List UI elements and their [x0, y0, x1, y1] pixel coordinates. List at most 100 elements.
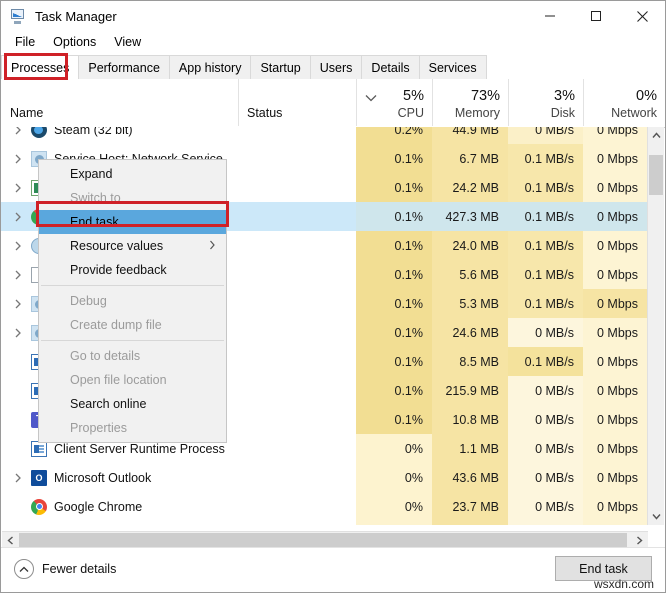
row-cpu-cell: 0.1% [356, 289, 432, 318]
chevron-right-icon[interactable] [12, 182, 24, 194]
menu-item-end-task[interactable]: End task [39, 210, 226, 234]
chevron-right-icon[interactable] [12, 298, 24, 310]
menu-view[interactable]: View [106, 33, 149, 51]
row-cpu-cell: 0.2% [356, 127, 432, 144]
menu-item-properties: Properties [39, 416, 226, 440]
menu-options[interactable]: Options [45, 33, 104, 51]
chevron-right-icon[interactable] [12, 472, 24, 484]
tab-startup[interactable]: Startup [250, 55, 311, 79]
menu-file[interactable]: File [7, 33, 43, 51]
row-cpu-cell: 0% [356, 492, 432, 521]
row-disk-cell: 0 MB/s [508, 463, 583, 492]
chevron-right-icon[interactable] [12, 153, 24, 165]
row-cpu-cell: 0.1% [356, 318, 432, 347]
chevron-up-circle-icon [14, 559, 34, 579]
table-row[interactable]: Host Process for Windows Tasks0%0.6 MB0 … [1, 521, 647, 525]
window-title: Task Manager [35, 8, 117, 24]
chevron-right-icon[interactable] [12, 240, 24, 252]
row-cpu-cell: 0% [356, 521, 432, 525]
chevron-right-icon[interactable] [12, 211, 24, 223]
row-network-cell: 0 Mbps [583, 463, 647, 492]
tab-users[interactable]: Users [309, 55, 363, 79]
outlook-icon: O [31, 469, 47, 486]
tab-details[interactable]: Details [361, 55, 420, 79]
row-disk-cell: 0 MB/s [508, 492, 583, 521]
menu-item-label: Expand [70, 167, 113, 181]
fewer-details-button[interactable]: Fewer details [14, 559, 116, 579]
row-memory-cell: 8.5 MB [432, 347, 508, 376]
chevron-right-icon[interactable] [12, 127, 24, 136]
row-memory-cell: 0.6 MB [432, 521, 508, 525]
row-network-cell: 0 Mbps [583, 347, 647, 376]
tab-processes[interactable]: Processes [1, 55, 80, 79]
menu-item-expand[interactable]: Expand [39, 162, 226, 186]
row-memory-cell: 5.6 MB [432, 260, 508, 289]
row-network-cell: 0 Mbps [583, 127, 647, 144]
column-header-status[interactable]: Status [238, 79, 356, 126]
row-disk-cell: 0 MB/s [508, 434, 583, 463]
tab-performance[interactable]: Performance [78, 55, 170, 79]
row-name-cell: Host Process for Windows Tasks [1, 521, 238, 525]
row-cpu-cell: 0.1% [356, 202, 432, 231]
column-header-memory[interactable]: 73% Memory [432, 79, 508, 126]
table-row[interactable]: O Microsoft Outlook 0% 43.6 MB 0 MB/s 0 Mbps [1, 463, 647, 492]
row-cpu-cell: 0.1% [356, 376, 432, 405]
chrome-icon [31, 498, 47, 515]
column-header-name[interactable]: Name [1, 79, 238, 126]
menu-item-provide-feedback[interactable]: Provide feedback [39, 258, 226, 282]
menu-item-label: End task [70, 215, 119, 229]
close-button[interactable] [619, 1, 665, 31]
row-cpu-cell: 0.1% [356, 173, 432, 202]
row-cpu-cell: 0.1% [356, 405, 432, 434]
menu-item-switch-to: Switch to [39, 186, 226, 210]
table-row[interactable]: Steam (32 bit) 0.2% 44.9 MB 0 MB/s 0 Mbps [1, 127, 647, 144]
row-name-cell: O Microsoft Outlook [1, 463, 238, 492]
task-manager-icon [10, 8, 26, 24]
vertical-scrollbar[interactable] [647, 127, 664, 525]
fewer-details-label: Fewer details [42, 562, 117, 576]
scroll-right-icon[interactable] [631, 532, 648, 548]
tab-app-history[interactable]: App history [168, 55, 252, 79]
row-disk-cell: 0 MB/s [508, 405, 583, 434]
row-memory-cell: 23.7 MB [432, 492, 508, 521]
menu-item-label: Go to details [70, 349, 141, 363]
row-network-cell: 0 Mbps [583, 289, 647, 318]
column-header-network[interactable]: 0% Network [583, 79, 665, 126]
context-menu[interactable]: Expand Switch to End task Resource values Pr… [38, 159, 227, 443]
row-disk-cell: 0.1 MB/s [508, 260, 583, 289]
vertical-scroll-thumb[interactable] [649, 155, 663, 195]
minimize-button[interactable] [527, 1, 573, 31]
column-header-disk[interactable]: 3% Disk [508, 79, 583, 126]
menu-item-create-dump-file: Create dump file [39, 313, 226, 337]
row-status-cell [238, 405, 356, 434]
menu-item-label: Resource values [70, 239, 164, 253]
maximize-button[interactable] [573, 1, 619, 31]
row-network-cell: 0 Mbps [583, 434, 647, 463]
row-cpu-cell: 0.1% [356, 144, 432, 173]
horizontal-scroll-thumb[interactable] [19, 533, 627, 547]
row-name-cell: Steam (32 bit) [1, 127, 238, 144]
scroll-down-icon[interactable] [648, 508, 664, 525]
menu-item-resource-values[interactable]: Resource values [39, 234, 226, 258]
tab-services[interactable]: Services [418, 55, 487, 79]
horizontal-scrollbar[interactable] [2, 531, 648, 548]
row-status-cell [238, 492, 356, 521]
row-network-cell: 0 Mbps [583, 260, 647, 289]
menu-item-search-online[interactable]: Search online [39, 392, 226, 416]
chevron-right-icon[interactable] [12, 327, 24, 339]
row-name-label: Client Server Runtime Process [54, 441, 225, 456]
row-network-cell: 0 Mbps [583, 376, 647, 405]
row-disk-cell: 0.1 MB/s [508, 202, 583, 231]
menu-item-label: Provide feedback [70, 263, 167, 277]
chevron-down-icon [364, 92, 378, 102]
row-status-cell [238, 144, 356, 173]
scroll-up-icon[interactable] [648, 127, 664, 144]
scroll-left-icon[interactable] [2, 532, 19, 548]
row-memory-cell: 1.1 MB [432, 434, 508, 463]
chevron-right-icon[interactable] [12, 269, 24, 281]
row-network-cell: 0 Mbps [583, 173, 647, 202]
table-row[interactable]: Google Chrome 0% 23.7 MB 0 MB/s 0 Mbps [1, 492, 647, 521]
row-memory-cell: 24.6 MB [432, 318, 508, 347]
menu-item-label: Search online [70, 397, 147, 411]
row-memory-cell: 10.8 MB [432, 405, 508, 434]
